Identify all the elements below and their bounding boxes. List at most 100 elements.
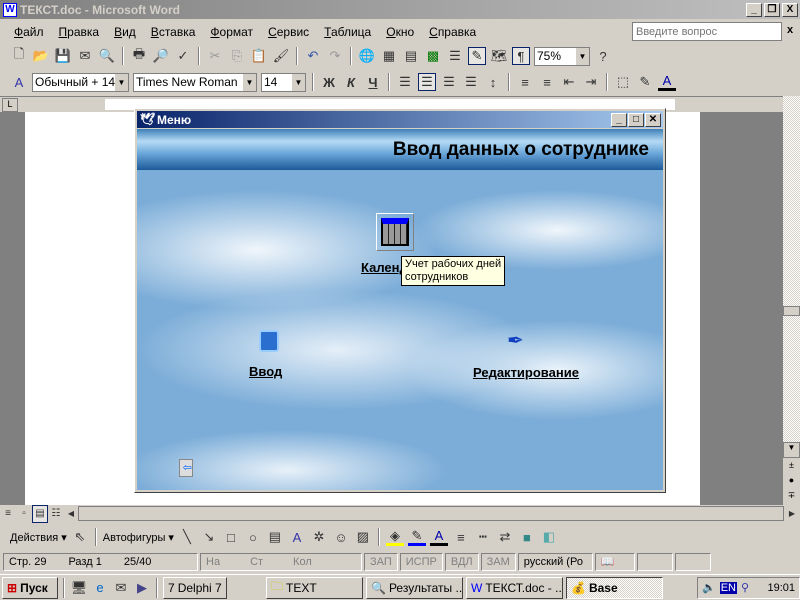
task-search-results[interactable]: 🔍 Результаты ... bbox=[366, 576, 463, 599]
actions-menu[interactable]: Действия ▾ bbox=[10, 531, 67, 544]
open-icon[interactable]: 📂 bbox=[32, 47, 50, 65]
increase-indent-icon[interactable]: ⇥ bbox=[582, 73, 600, 91]
picture-icon[interactable]: ▨ bbox=[354, 528, 372, 546]
textbox-icon[interactable]: ▤ bbox=[266, 528, 284, 546]
horizontal-scrollbar[interactable] bbox=[78, 506, 784, 521]
clipart-icon[interactable]: ☺ bbox=[332, 528, 350, 546]
line-style-icon[interactable]: ≡ bbox=[452, 528, 470, 546]
menu-window[interactable]: Окно bbox=[386, 25, 414, 39]
calendar-button[interactable] bbox=[376, 213, 414, 251]
columns-icon[interactable]: ☰ bbox=[446, 47, 464, 65]
align-right-icon[interactable]: ☰ bbox=[440, 73, 458, 91]
menu-edit[interactable]: Правка bbox=[59, 25, 100, 39]
menu-tools[interactable]: Сервис bbox=[268, 25, 309, 39]
show-formatting-icon[interactable]: ¶ bbox=[512, 47, 530, 65]
help-icon[interactable]: ? bbox=[594, 47, 612, 65]
align-left-icon[interactable]: ☰ bbox=[396, 73, 414, 91]
task-base[interactable]: 💰 Base bbox=[566, 576, 663, 599]
line-icon[interactable]: ╲ bbox=[178, 528, 196, 546]
style-select[interactable]: Обычный + 14 р ▼ bbox=[32, 72, 129, 92]
scroll-thumb[interactable] bbox=[783, 306, 800, 316]
print-icon[interactable]: 🖶 bbox=[130, 46, 148, 65]
start-button[interactable]: ⊞ Пуск bbox=[2, 576, 58, 599]
print-preview-icon[interactable]: 🔎 bbox=[152, 47, 170, 65]
undo-icon[interactable]: ↶ bbox=[304, 47, 322, 65]
insert-table-icon[interactable]: ▤ bbox=[402, 47, 420, 65]
format-painter-icon[interactable]: 🖌 bbox=[272, 47, 290, 65]
status-trk[interactable]: ИСПР bbox=[399, 552, 443, 571]
redo-icon[interactable]: ↷ bbox=[326, 47, 344, 65]
dash-style-icon[interactable]: ┅ bbox=[474, 528, 492, 546]
normal-view-icon[interactable]: ≡ bbox=[0, 505, 16, 523]
line-color-icon[interactable]: ✎ bbox=[407, 528, 426, 546]
line-spacing-icon[interactable]: ↕ bbox=[484, 73, 502, 91]
hyperlink-icon[interactable]: 🌐 bbox=[358, 47, 376, 65]
menu-insert[interactable]: Вставка bbox=[151, 25, 196, 39]
justify-icon[interactable]: ☰ bbox=[462, 73, 480, 91]
minimize-button[interactable]: _ bbox=[746, 2, 762, 17]
volume-icon[interactable]: 🔈 bbox=[702, 581, 716, 594]
vertical-scrollbar[interactable]: ▼ ± ● ∓ bbox=[783, 96, 800, 505]
exit-icon[interactable]: ⇦ bbox=[179, 459, 193, 477]
font-color-icon[interactable]: A bbox=[429, 528, 448, 546]
font-size-select[interactable]: 14 ▼ bbox=[261, 72, 306, 92]
pen-icon[interactable]: ✒ bbox=[507, 328, 524, 353]
bold-button[interactable]: Ж bbox=[320, 73, 338, 91]
menu-table[interactable]: Таблица bbox=[324, 25, 371, 39]
show-desktop-icon[interactable]: 🖥 bbox=[70, 579, 88, 597]
help-question-input[interactable] bbox=[632, 22, 782, 41]
wordart-icon[interactable]: A bbox=[288, 528, 306, 546]
internet-explorer-icon[interactable]: e bbox=[91, 579, 109, 597]
highlight-icon[interactable]: ✎ bbox=[636, 73, 654, 91]
scroll-down-button[interactable]: ▼ bbox=[783, 442, 800, 458]
drawing-icon[interactable]: ✎ bbox=[468, 47, 486, 65]
dialog-minimize-button[interactable]: _ bbox=[611, 112, 627, 127]
status-ext[interactable]: ВДЛ bbox=[444, 552, 479, 571]
tables-borders-icon[interactable]: ▦ bbox=[380, 47, 398, 65]
paste-icon[interactable]: 📋 bbox=[250, 47, 268, 65]
cut-icon[interactable]: ✂ bbox=[206, 47, 224, 65]
wizard-icon[interactable]: ⚲ bbox=[741, 581, 749, 594]
restore-button[interactable]: ❐ bbox=[764, 2, 780, 17]
edit-link[interactable]: Редактирование bbox=[473, 365, 579, 380]
task-word-doc[interactable]: W ТЕКСТ.doc - ... bbox=[466, 576, 563, 599]
dialog-maximize-button[interactable]: □ bbox=[628, 112, 644, 127]
new-icon[interactable]: 🗋 bbox=[10, 46, 28, 65]
media-player-icon[interactable]: ▶ bbox=[133, 579, 151, 597]
diagram-icon[interactable]: ✲ bbox=[310, 528, 328, 546]
decrease-indent-icon[interactable]: ⇤ bbox=[560, 73, 578, 91]
language-indicator[interactable]: EN bbox=[719, 581, 737, 594]
arrow-style-icon[interactable]: ⇄ bbox=[496, 528, 514, 546]
scroll-left-button[interactable]: ◀ bbox=[64, 505, 78, 523]
outline-view-icon[interactable]: ☷ bbox=[48, 505, 64, 523]
close-button[interactable]: X bbox=[782, 2, 798, 17]
bullets-icon[interactable]: ≡ bbox=[538, 73, 556, 91]
menu-help[interactable]: Справка bbox=[429, 25, 476, 39]
fill-color-icon[interactable]: ◈ bbox=[385, 528, 404, 546]
borders-icon[interactable]: ⬚ bbox=[614, 73, 632, 91]
italic-button[interactable]: К bbox=[342, 73, 360, 91]
styles-icon[interactable]: A bbox=[10, 73, 28, 91]
spelling-status-icon[interactable]: 📖 bbox=[594, 552, 635, 571]
spelling-icon[interactable]: ✓ bbox=[174, 47, 192, 65]
print-layout-icon[interactable]: ▤ bbox=[32, 504, 48, 523]
font-color-icon[interactable]: A bbox=[658, 73, 676, 91]
input-link[interactable]: Ввод bbox=[249, 364, 282, 379]
help-close-button[interactable]: x bbox=[787, 24, 793, 36]
task-text-folder[interactable]: 🗀 TEXT bbox=[266, 576, 363, 599]
task-delphi[interactable]: 7 Delphi 7 bbox=[163, 576, 227, 599]
outlook-icon[interactable]: ✉ bbox=[112, 579, 130, 597]
oval-icon[interactable]: ○ bbox=[244, 528, 262, 546]
rectangle-icon[interactable]: □ bbox=[222, 528, 240, 546]
web-view-icon[interactable]: ▫ bbox=[16, 505, 32, 523]
search-icon[interactable]: 🔍 bbox=[98, 47, 116, 65]
save-icon[interactable]: 💾 bbox=[54, 47, 72, 65]
insert-excel-icon[interactable]: ▩ bbox=[424, 47, 442, 65]
underline-button[interactable]: Ч bbox=[364, 73, 382, 91]
font-select[interactable]: Times New Roman ▼ bbox=[133, 72, 257, 92]
menu-view[interactable]: Вид bbox=[114, 25, 136, 39]
select-arrow-icon[interactable]: ⇖ bbox=[71, 528, 89, 546]
permission-icon[interactable]: ✉ bbox=[76, 47, 94, 65]
zoom-select[interactable]: 75% ▼ bbox=[534, 46, 590, 66]
numbering-icon[interactable]: ≡ bbox=[516, 73, 534, 91]
